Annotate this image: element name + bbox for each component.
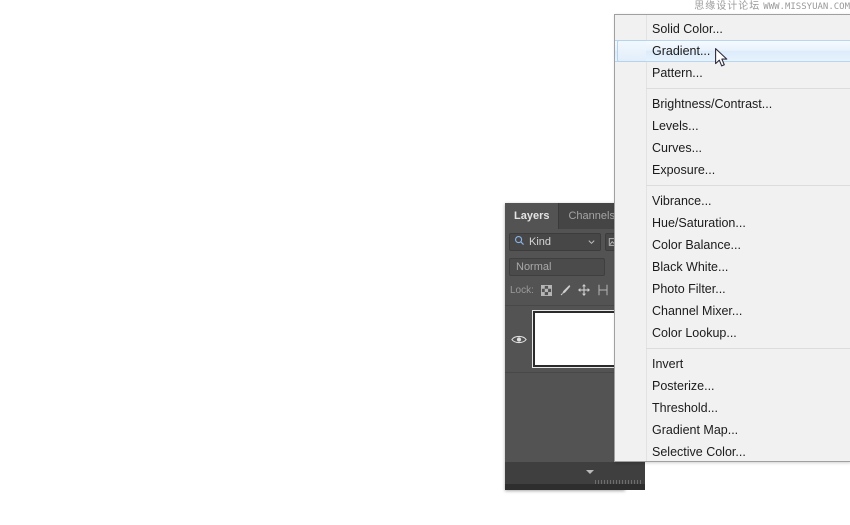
caret-down-icon[interactable] (586, 470, 594, 474)
menu-item-gradient[interactable]: Gradient... (615, 40, 850, 62)
watermark-cn: 思缘设计论坛 (694, 1, 761, 12)
menu-item-photo-filter[interactable]: Photo Filter... (615, 278, 850, 300)
eye-icon[interactable] (505, 334, 533, 345)
menu-item-curves[interactable]: Curves... (615, 137, 850, 159)
lock-position-move-icon[interactable] (577, 284, 590, 296)
menu-item-label: Selective Color... (652, 445, 746, 459)
lock-transparent-pixels-icon[interactable] (540, 284, 552, 296)
chevron-down-icon (587, 233, 596, 251)
menu-separator (646, 348, 850, 349)
menu-item-exposure[interactable]: Exposure... (615, 159, 850, 181)
menu-item-brightness-contrast[interactable]: Brightness/Contrast... (615, 93, 850, 115)
menu-item-label: Black White... (652, 260, 729, 274)
menu-item-black-white[interactable]: Black White... (615, 256, 850, 278)
menu-item-posterize[interactable]: Posterize... (615, 375, 850, 397)
tab-channels-label: Channels (568, 210, 615, 222)
menu-item-gradient-map[interactable]: Gradient Map... (615, 419, 850, 441)
watermark-url: WWW.MISSYUAN.COM (763, 2, 850, 12)
menu-item-solid-color[interactable]: Solid Color... (615, 18, 850, 40)
menu-item-label: Posterize... (652, 379, 715, 393)
blend-mode-value: Normal (516, 261, 552, 273)
menu-item-label: Invert (652, 357, 684, 371)
search-icon (514, 233, 525, 251)
menu-items-list: Solid Color... Gradient... Pattern... Br… (615, 15, 850, 463)
filter-kind-label: Kind (529, 236, 552, 248)
panel-tab-bar: Layers Channels P (505, 203, 625, 229)
filter-kind-dropdown[interactable]: Kind (509, 233, 601, 251)
menu-separator (646, 185, 850, 186)
layers-panel: Layers Channels P Kind (505, 203, 625, 490)
menu-item-levels[interactable]: Levels... (615, 115, 850, 137)
menu-item-color-balance[interactable]: Color Balance... (615, 234, 850, 256)
menu-item-label: Color Lookup... (652, 326, 737, 340)
lock-artboard-icon[interactable] (597, 284, 609, 296)
menu-item-pattern[interactable]: Pattern... (615, 62, 850, 84)
menu-item-color-lookup[interactable]: Color Lookup... (615, 322, 850, 344)
menu-separator (646, 88, 850, 89)
menu-item-threshold[interactable]: Threshold... (615, 397, 850, 419)
menu-item-label: Pattern... (652, 66, 703, 80)
menu-item-label: Levels... (652, 119, 699, 133)
tab-layers-label: Layers (514, 210, 550, 222)
layer-filter-row: Kind (505, 229, 625, 255)
menu-item-channel-mixer[interactable]: Channel Mixer... (615, 300, 850, 322)
layer-thumbnail-wrap[interactable] (533, 310, 621, 368)
panel-bottom-edge (505, 484, 645, 490)
menu-item-label: Vibrance... (652, 194, 712, 208)
menu-item-label: Solid Color... (652, 22, 723, 36)
menu-item-label: Exposure... (652, 163, 716, 177)
lock-label: Lock: (510, 284, 534, 296)
table-row[interactable] (505, 305, 625, 373)
tab-layers[interactable]: Layers (505, 203, 560, 229)
menu-item-hue-saturation[interactable]: Hue/Saturation... (615, 212, 850, 234)
layer-thumbnail[interactable] (533, 311, 619, 367)
menu-item-selective-color[interactable]: Selective Color... (615, 441, 850, 463)
menu-item-label: Channel Mixer... (652, 304, 743, 318)
panel-body: Kind Normal Lock: (505, 229, 625, 490)
lock-image-pixels-brush-icon[interactable] (559, 284, 571, 296)
menu-item-vibrance[interactable]: Vibrance... (615, 190, 850, 212)
menu-item-label: Hue/Saturation... (652, 216, 746, 230)
menu-item-label: Brightness/Contrast... (652, 97, 773, 111)
blend-mode-row: Normal (505, 255, 625, 279)
watermark: 思缘设计论坛 WWW.MISSYUAN.COM (580, 0, 850, 14)
menu-item-label: Photo Filter... (652, 282, 726, 296)
menu-item-label: Gradient Map... (652, 423, 739, 437)
menu-item-invert[interactable]: Invert (615, 353, 850, 375)
new-fill-adjustment-layer-menu: Solid Color... Gradient... Pattern... Br… (614, 14, 850, 462)
lock-row: Lock: (505, 279, 625, 301)
blend-mode-select[interactable]: Normal (509, 258, 605, 276)
menu-item-label: Color Balance... (652, 238, 741, 252)
menu-item-label: Gradient... (652, 44, 711, 58)
menu-item-label: Threshold... (652, 401, 719, 415)
menu-item-label: Curves... (652, 141, 703, 155)
